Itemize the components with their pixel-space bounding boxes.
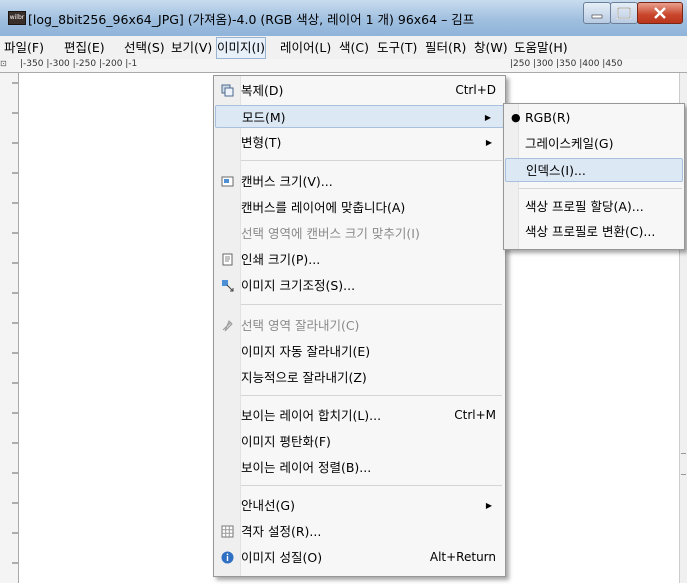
grid-icon [221, 525, 234, 538]
menu-item-label: 선택 영역에 캔버스 크기 맞추기(I) [241, 226, 420, 241]
menu-file[interactable]: 파일(F) [4, 39, 44, 57]
submenu-item-label: 색상 프로필로 변환(C)... [525, 224, 656, 239]
submenu-item-label: 인덱스(I)... [526, 163, 586, 178]
vertical-ruler[interactable] [0, 73, 19, 583]
close-icon [654, 7, 666, 19]
menu-item-label: 선택 영역 잘라내기(C) [241, 318, 360, 333]
canvas-size-icon [221, 176, 234, 187]
scale-image-icon [222, 280, 234, 292]
submenu-item-convert-color-profile[interactable]: 색상 프로필로 변환(C)... [505, 220, 683, 244]
gimp-app-icon[interactable]: wilbr [8, 11, 26, 25]
ruler-corner[interactable]: ⊡ [0, 59, 19, 73]
menu-item-canvas-size[interactable]: 캔버스 크기(V)... [215, 170, 504, 193]
minimize-icon [591, 14, 603, 19]
title-bar: wilbr [log_8bit256_96x64_JPG] (가져옴)-4.0 … [0, 0, 687, 36]
ruler-labels-right: |250 |300 |350 |400 |450 [510, 59, 623, 69]
close-button[interactable] [637, 2, 683, 24]
menu-item-label: 안내선(G) [241, 498, 295, 513]
submenu-item-assign-color-profile[interactable]: 색상 프로필 할당(A)... [505, 195, 683, 219]
menu-item-label: 캔버스 크기(V)... [241, 174, 333, 189]
menu-tools[interactable]: 도구(T) [377, 39, 417, 57]
menu-item-duplicate[interactable]: 복제(D) Ctrl+D [215, 79, 504, 102]
maximize-icon [617, 7, 631, 19]
submenu-item-indexed[interactable]: 인덱스(I)... [505, 158, 683, 182]
submenu-arrow-icon: ▶ [484, 113, 491, 122]
maximize-button[interactable] [610, 2, 638, 24]
menu-image[interactable]: 이미지(I) [216, 37, 266, 59]
mode-submenu: ● RGB(R) 그레이스케일(G) 인덱스(I)... 색상 프로필 할당(A… [503, 103, 685, 250]
shortcut-label: Ctrl+D [455, 83, 496, 97]
menu-separator [241, 304, 502, 305]
menu-windows[interactable]: 창(W) [474, 39, 508, 57]
menu-help[interactable]: 도움말(H) [514, 39, 568, 57]
menu-colors[interactable]: 색(C) [339, 39, 369, 57]
menu-item-label: 복제(D) [241, 83, 284, 98]
ruler-labels-left: |-350 |-300 |-250 |-200 |-1 [20, 59, 138, 69]
menu-item-zealous-crop[interactable]: 지능적으로 잘라내기(Z) [215, 366, 504, 389]
menu-item-label: 모드(M) [242, 110, 286, 125]
menu-item-label: 격자 설정(R)... [241, 524, 322, 539]
print-size-icon [222, 253, 233, 266]
menu-item-label: 변형(T) [241, 135, 282, 150]
menu-item-print-size[interactable]: 인쇄 크기(P)... [215, 248, 504, 271]
menu-item-fit-canvas-to-layers[interactable]: 캔버스를 레이어에 맞춥니다(A) [215, 196, 504, 219]
submenu-item-grayscale[interactable]: 그레이스케일(G) [505, 132, 683, 156]
menu-item-label: 인쇄 크기(P)... [241, 252, 321, 267]
menu-item-label: 지능적으로 잘라내기(Z) [241, 370, 367, 385]
scroll-grip[interactable] [681, 453, 686, 475]
selected-bullet-icon: ● [511, 111, 521, 124]
menu-item-crop-to-selection: 선택 영역 잘라내기(C) [215, 314, 504, 337]
menu-item-label: 이미지 성질(O) [241, 550, 323, 565]
menu-item-label: 이미지 평탄화(F) [241, 434, 331, 449]
menu-separator [241, 485, 502, 486]
submenu-item-rgb[interactable]: ● RGB(R) [505, 106, 683, 130]
menu-separator [241, 160, 502, 161]
menu-item-merge-visible-layers[interactable]: 보이는 레이어 합치기(L)... Ctrl+M [215, 404, 504, 427]
menu-view[interactable]: 보기(V) [171, 39, 212, 57]
submenu-item-label: 색상 프로필 할당(A)... [525, 199, 644, 214]
menu-item-label: 이미지 자동 잘라내기(E) [241, 344, 371, 359]
menu-bar: 파일(F) 편집(E) 선택(S) 보기(V) 이미지(I) 레이어(L) 색(… [0, 36, 687, 60]
menu-item-align-visible-layers[interactable]: 보이는 레이어 정렬(B)... [215, 456, 504, 479]
vertical-ruler-ticks [12, 82, 18, 564]
menu-separator [241, 395, 502, 396]
menu-item-fit-canvas-to-selection: 선택 영역에 캔버스 크기 맞추기(I) [215, 222, 504, 245]
menu-item-label: 캔버스를 레이어에 맞춥니다(A) [241, 200, 406, 215]
submenu-item-label: RGB(R) [525, 110, 571, 125]
menu-item-mode[interactable]: 모드(M) ▶ [215, 105, 504, 128]
menu-item-label: 보이는 레이어 합치기(L)... [241, 408, 382, 423]
menu-item-flatten-image[interactable]: 이미지 평탄화(F) [215, 430, 504, 453]
menu-layer[interactable]: 레이어(L) [280, 39, 331, 57]
crop-icon [222, 320, 233, 332]
minimize-button[interactable] [583, 2, 611, 24]
submenu-arrow-icon: ▶ [485, 501, 492, 510]
submenu-arrow-icon: ▶ [485, 138, 492, 147]
menu-item-configure-grid[interactable]: 격자 설정(R)... [215, 520, 504, 543]
menu-select[interactable]: 선택(S) [124, 39, 165, 57]
window-title: [log_8bit256_96x64_JPG] (가져옴)-4.0 (RGB 색… [28, 12, 475, 27]
menu-edit[interactable]: 편집(E) [64, 39, 105, 57]
menu-item-autocrop-image[interactable]: 이미지 자동 잘라내기(E) [215, 340, 504, 363]
menu-filters[interactable]: 필터(R) [425, 39, 466, 57]
shortcut-label: Ctrl+M [454, 408, 496, 422]
menu-item-scale-image[interactable]: 이미지 크기조정(S)... [215, 274, 504, 297]
submenu-item-label: 그레이스케일(G) [525, 136, 614, 151]
horizontal-ruler[interactable]: |-350 |-300 |-250 |-200 |-1 |250 |300 |3… [18, 59, 687, 73]
menu-separator [519, 188, 682, 189]
menu-item-image-properties[interactable]: 이미지 성질(O) Alt+Return [215, 546, 504, 569]
menu-item-transform[interactable]: 변형(T) ▶ [215, 131, 504, 154]
duplicate-icon [221, 84, 234, 97]
menu-item-label: 보이는 레이어 정렬(B)... [241, 460, 372, 475]
image-menu-dropdown: 복제(D) Ctrl+D 모드(M) ▶ 변형(T) ▶ 캔버스 크기(V)..… [213, 75, 506, 577]
shortcut-label: Alt+Return [429, 550, 496, 564]
menu-item-guides[interactable]: 안내선(G) ▶ [215, 494, 504, 517]
menu-item-label: 이미지 크기조정(S)... [241, 278, 356, 293]
info-icon [221, 551, 234, 564]
